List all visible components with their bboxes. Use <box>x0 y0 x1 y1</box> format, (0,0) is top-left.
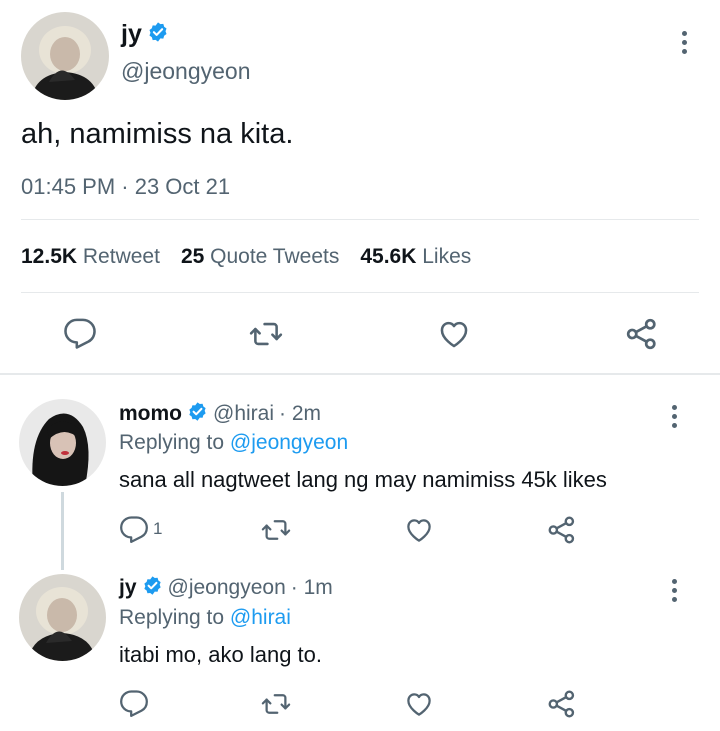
tweet-timestamp[interactable]: 01:45 PM · 23 Oct 21 <box>21 174 230 200</box>
retweets-label: Retweet <box>82 245 160 268</box>
share-icon[interactable] <box>546 688 578 720</box>
thread-line <box>61 492 64 570</box>
more-options-icon[interactable] <box>664 405 684 428</box>
reply-text: sana all nagtweet lang ng may namimiss 4… <box>119 467 607 492</box>
reply-icon[interactable] <box>63 317 97 351</box>
author-name-row: jy <box>121 19 169 49</box>
display-name[interactable]: jy <box>121 20 142 49</box>
like-icon[interactable] <box>403 689 435 719</box>
like-icon[interactable] <box>403 515 435 545</box>
like-icon[interactable] <box>436 317 472 351</box>
retweet-icon[interactable] <box>248 317 284 351</box>
reply-icon[interactable] <box>119 515 149 545</box>
replying-to-link[interactable]: @jeongyeon <box>230 431 348 454</box>
retweet-icon[interactable] <box>260 689 292 719</box>
reply-header: momo @hirai · 2m <box>119 400 321 428</box>
replying-to-prefix: Replying to <box>119 431 225 454</box>
quotes-label: Quote Tweets <box>210 245 340 268</box>
reply-display-name[interactable]: jy <box>119 576 137 600</box>
more-options-icon[interactable] <box>664 579 684 602</box>
reply-display-name[interactable]: momo <box>119 402 182 426</box>
reply-time[interactable]: · 2m <box>279 402 321 426</box>
section-divider <box>0 373 720 375</box>
reply-handle[interactable]: @jeongyeon <box>168 576 286 600</box>
replying-to-link[interactable]: @hirai <box>230 606 291 629</box>
quotes-count: 25 <box>180 245 205 268</box>
handle[interactable]: @jeongyeon <box>121 58 251 85</box>
avatar-momo[interactable] <box>19 399 106 486</box>
tweet-stats: 12.5K Retweet 25 Quote Tweets 45.6K Like… <box>21 245 471 269</box>
verified-badge-icon <box>142 575 163 602</box>
more-options-icon[interactable] <box>674 31 694 54</box>
avatar-jy[interactable] <box>21 12 109 100</box>
reply-time[interactable]: · 1m <box>291 576 333 600</box>
share-icon[interactable] <box>624 316 660 352</box>
quotes-stat[interactable]: 25 Quote Tweets <box>181 245 339 269</box>
verified-badge-icon <box>187 401 208 428</box>
share-icon[interactable] <box>546 514 578 546</box>
reply-header: jy @jeongyeon · 1m <box>119 574 333 602</box>
likes-label: Likes <box>422 245 472 268</box>
replying-to: Replying to @hirai <box>119 606 291 630</box>
likes-stat[interactable]: 45.6K Likes <box>360 245 471 269</box>
replying-to-prefix: Replying to <box>119 606 225 629</box>
retweets-count: 12.5K <box>21 245 78 268</box>
reply-handle[interactable]: @hirai <box>213 402 274 426</box>
tweet-text: ah, namimiss na kita. <box>21 118 294 150</box>
retweet-icon[interactable] <box>260 515 292 545</box>
reply-count: 1 <box>153 519 163 538</box>
replying-to: Replying to @jeongyeon <box>119 431 348 455</box>
likes-count: 45.6K <box>360 245 417 268</box>
reply-text: itabi mo, ako lang to. <box>119 642 323 667</box>
avatar-jy[interactable] <box>19 574 106 661</box>
verified-badge-icon <box>147 21 169 48</box>
divider <box>21 219 699 220</box>
retweets-stat[interactable]: 12.5K Retweet <box>21 245 160 269</box>
reply-icon[interactable] <box>119 689 149 719</box>
divider <box>21 292 699 293</box>
